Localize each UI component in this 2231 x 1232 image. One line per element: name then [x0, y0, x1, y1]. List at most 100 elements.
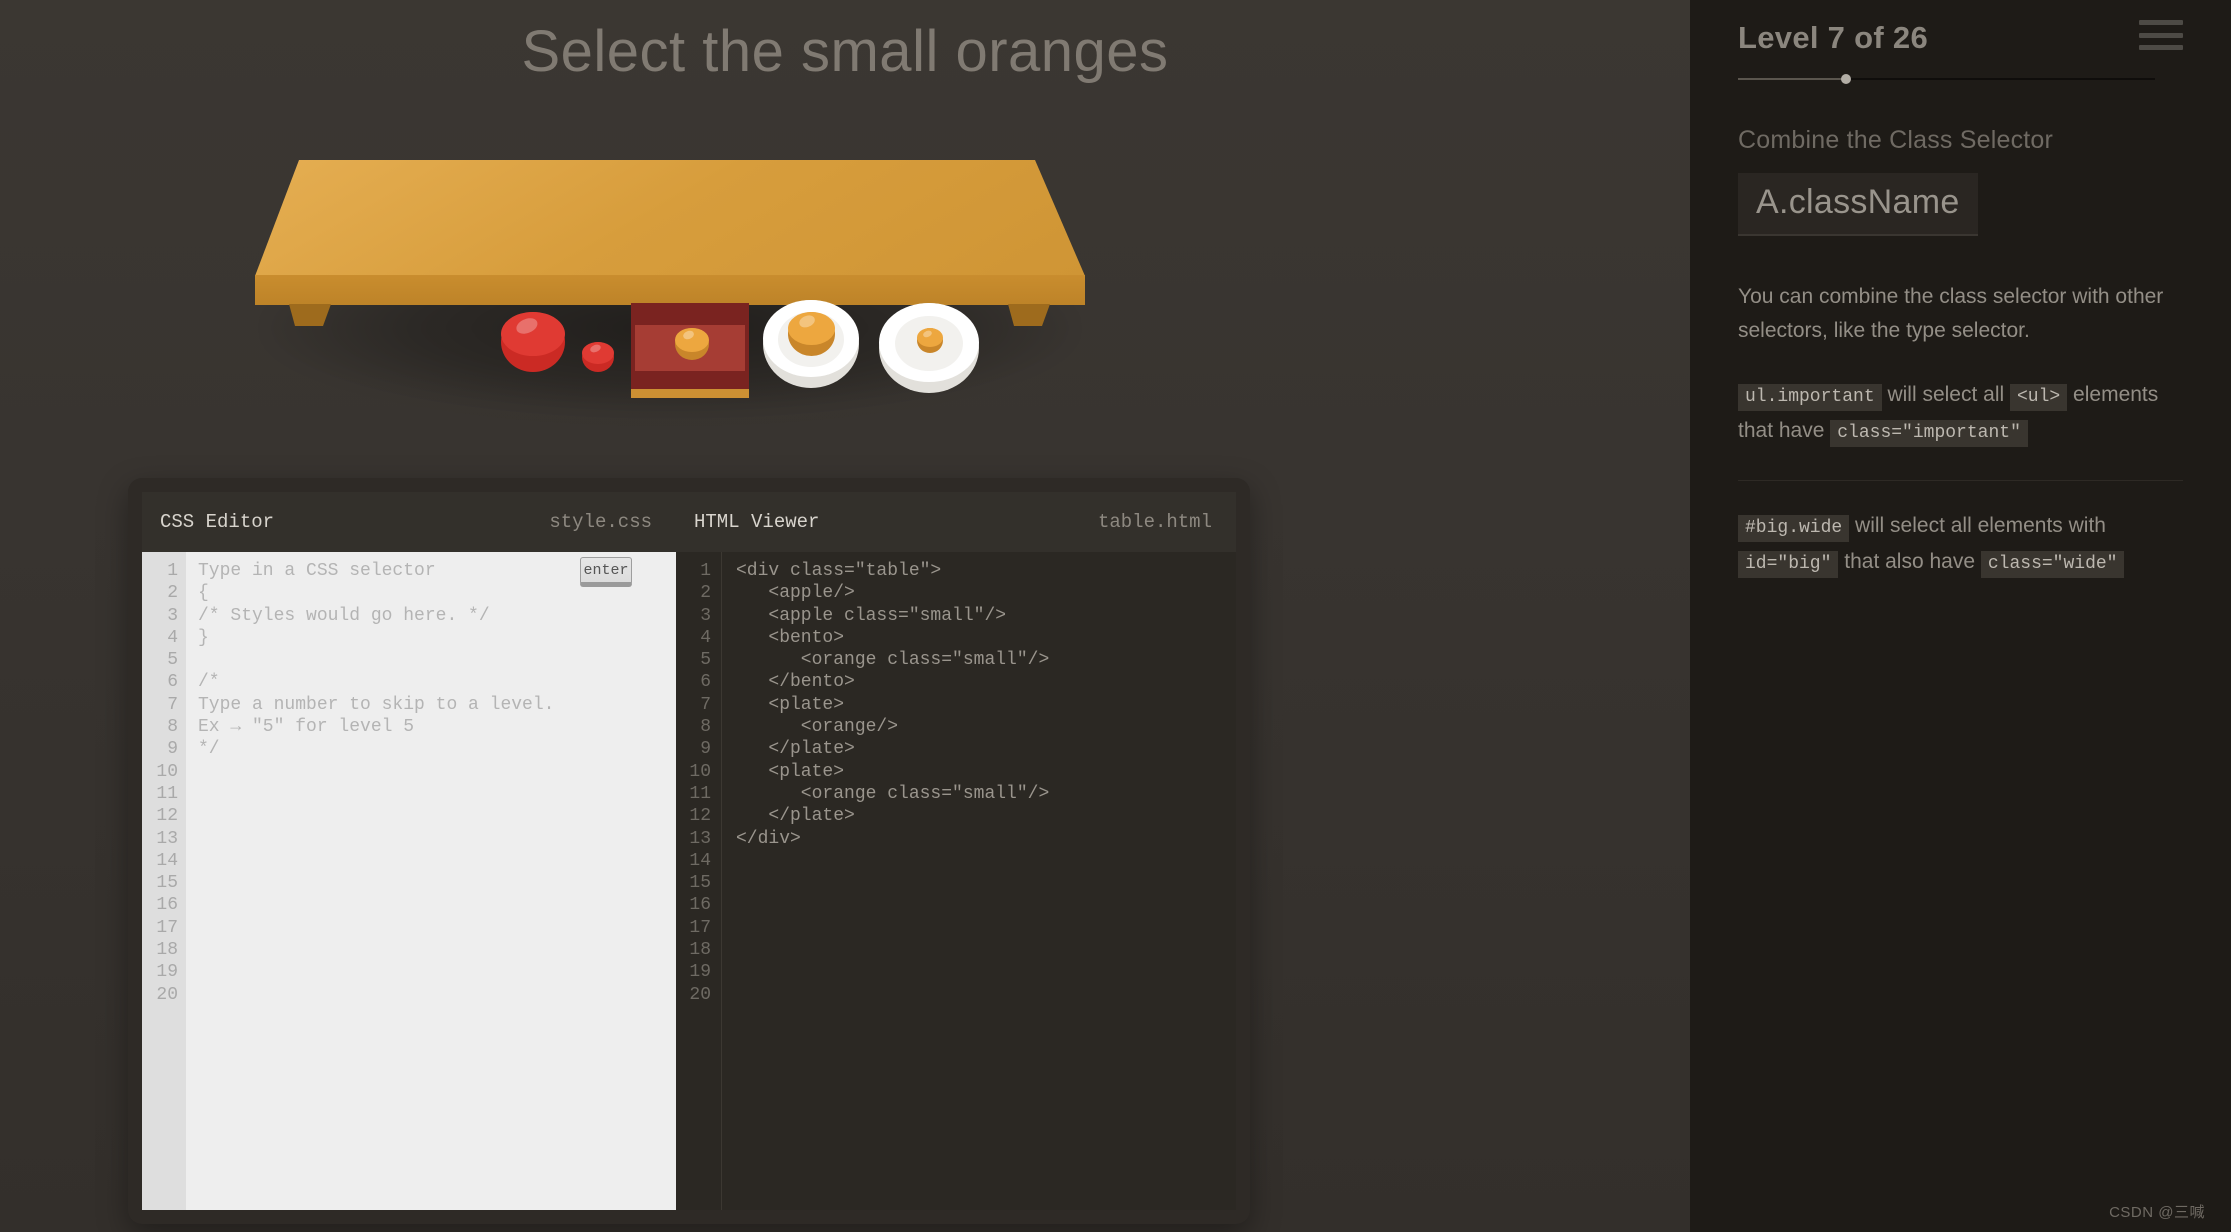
- css-editor-title: CSS Editor: [160, 511, 275, 533]
- css-diner-app: Select the small oranges CSS Editor styl…: [0, 0, 2231, 1232]
- html-code-line: <orange/>: [736, 717, 899, 738]
- progress-fill: [1738, 78, 1847, 80]
- line-number: 10: [689, 761, 711, 782]
- line-number: 7: [700, 694, 711, 715]
- css-code-line: [198, 894, 676, 916]
- line-number: 2: [167, 583, 178, 604]
- css-code-line: /*: [198, 672, 220, 693]
- level-progress-bar[interactable]: [1738, 74, 2155, 84]
- css-editor-header: CSS Editor style.css: [142, 492, 676, 552]
- line-number: 20: [689, 984, 711, 1005]
- css-code-line: }: [198, 627, 209, 648]
- progress-knob[interactable]: [1841, 74, 1852, 84]
- plate-with-small-orange[interactable]: [879, 303, 980, 400]
- css-code-line: [198, 984, 676, 1006]
- orange-big[interactable]: [788, 312, 835, 356]
- line-number: 15: [156, 873, 178, 894]
- css-code-line: [198, 649, 676, 671]
- help-paragraph-1: You can combine the class selector with …: [1738, 285, 2164, 342]
- html-code-line: </plate>: [736, 739, 855, 760]
- apple-big[interactable]: [501, 312, 567, 378]
- line-number: 1: [167, 561, 178, 581]
- line-number: 15: [689, 873, 711, 894]
- line-number: 4: [167, 627, 178, 648]
- html-code-line: [736, 850, 1236, 872]
- line-number: 13: [689, 828, 711, 849]
- css-code-line: [198, 850, 676, 872]
- line-number: 12: [689, 806, 711, 827]
- help-paragraph-2: ul.important will select all <ul> elemen…: [1738, 378, 2183, 450]
- line-number: 6: [700, 672, 711, 693]
- sidebar-header: Level 7 of 26: [1738, 16, 2183, 56]
- menu-bar-1: [2139, 20, 2183, 25]
- line-number: 8: [167, 717, 178, 738]
- line-number: 9: [700, 739, 711, 760]
- css-editor-body[interactable]: 1 2 3 4 5 6 7 8 9 10 11 12 13 14 15 16 17 18 19 20 Type in …: [142, 552, 676, 1210]
- line-number: 13: [156, 828, 178, 849]
- line-number: 18: [156, 940, 178, 961]
- html-viewer-pane: HTML Viewer table.html 1 2 3 4 5 6 7 8 9 10 11 12 13…: [676, 492, 1236, 1210]
- html-code-line: [736, 961, 1236, 983]
- css-code-line: [198, 872, 676, 894]
- help-divider: [1738, 480, 2183, 481]
- help-code-id-big: id="big": [1738, 551, 1839, 578]
- orange-small-on-plate[interactable]: [917, 328, 943, 353]
- css-code-line: */: [198, 739, 220, 760]
- line-number: 7: [167, 694, 178, 715]
- orange-small-in-bento[interactable]: [675, 328, 709, 360]
- help-code-class-important: class="important": [1830, 420, 2028, 447]
- html-code-line: <div class="table">: [736, 561, 942, 581]
- line-number: 14: [689, 850, 711, 871]
- html-code-line: <plate>: [736, 694, 845, 715]
- css-editor-pane: CSS Editor style.css 1 2 3 4 5 6 7 8 9 10 11 12 13 14…: [142, 492, 676, 1210]
- plate-with-big-orange[interactable]: [763, 300, 860, 395]
- html-code-line: <apple class="small"/>: [736, 605, 1007, 626]
- hamburger-menu-icon[interactable]: [2139, 16, 2183, 50]
- line-number: 11: [156, 783, 178, 804]
- css-code-line: Ex → "5" for level 5: [198, 717, 415, 738]
- css-code-line: Type a number to skip to a level.: [198, 694, 555, 715]
- line-number: 11: [689, 783, 711, 804]
- html-code-line: </plate>: [736, 806, 855, 827]
- bento-box[interactable]: [631, 303, 749, 398]
- selector-input[interactable]: Type in a CSS selector: [198, 561, 436, 581]
- menu-bar-2: [2139, 32, 2183, 38]
- line-number: 5: [700, 650, 711, 671]
- help-text-2a: will select all: [1881, 383, 2010, 406]
- html-code-line: </div>: [736, 828, 801, 849]
- line-number: 14: [156, 850, 178, 871]
- css-code-line: [198, 761, 676, 783]
- selector-syntax: A.className: [1738, 173, 1978, 236]
- editor-inner: CSS Editor style.css 1 2 3 4 5 6 7 8 9 10 11 12 13 14…: [142, 492, 1236, 1210]
- css-code-line: [198, 783, 676, 805]
- line-number: 6: [167, 672, 178, 693]
- help-text-3a: will select all elements with: [1849, 514, 2106, 537]
- line-number: 1: [700, 561, 711, 581]
- line-number: 20: [156, 984, 178, 1005]
- css-code-line: [198, 917, 676, 939]
- watermark: CSDN @三喊: [2109, 1204, 2205, 1221]
- line-number: 17: [156, 917, 178, 938]
- html-viewer-filename: table.html: [1097, 511, 1212, 533]
- help-code-class-wide: class="wide": [1980, 551, 2125, 578]
- html-code-line: <apple/>: [736, 583, 855, 604]
- line-number: 3: [700, 605, 711, 626]
- line-number: 19: [156, 962, 178, 983]
- line-number: 16: [689, 895, 711, 916]
- help-text-3b: that also have: [1838, 550, 1981, 573]
- html-code-line: </bento>: [736, 672, 855, 693]
- line-number: 18: [689, 940, 711, 961]
- line-number: 12: [156, 806, 178, 827]
- apple-small[interactable]: [582, 342, 615, 375]
- line-number: 5: [167, 650, 178, 671]
- line-number: 2: [700, 583, 711, 604]
- help-code-ul-tag: <ul>: [2010, 384, 2068, 411]
- menu-bar-3: [2139, 45, 2183, 50]
- enter-button[interactable]: enter: [580, 557, 632, 587]
- css-code-area[interactable]: Type in a CSS selector{/* Styles would g…: [186, 552, 676, 1210]
- line-number: 19: [689, 962, 711, 983]
- page-title: Select the small oranges: [521, 19, 1169, 84]
- html-code-area: <div class="table"> <apple/> <apple clas…: [722, 552, 1236, 1210]
- html-code-line: <orange class="small"/>: [736, 783, 1050, 804]
- editor-window: CSS Editor style.css 1 2 3 4 5 6 7 8 9 10 11 12 13 14…: [128, 478, 1250, 1224]
